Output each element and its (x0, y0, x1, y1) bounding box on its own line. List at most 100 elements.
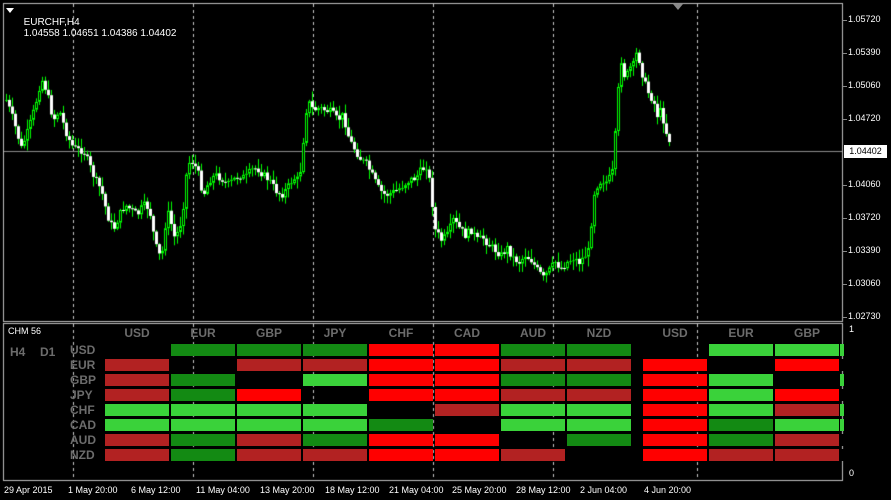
heatmap-cell (303, 374, 367, 386)
heatmap-cell (435, 374, 499, 386)
time-axis-label: 25 May 20:00 (452, 485, 507, 495)
time-axis-label: 1 May 20:00 (68, 485, 118, 495)
heatmap-column-header: CAD (454, 326, 480, 340)
heatmap-cell (369, 419, 433, 431)
heatmap-column-header: CHF (388, 326, 414, 340)
heatmap-cell (105, 419, 169, 431)
chart-dropdown-icon[interactable] (6, 8, 14, 13)
heatmap-cell (369, 389, 433, 401)
heatmap-cell (567, 404, 631, 416)
heatmap-cell (643, 389, 707, 401)
heatmap-cell (501, 359, 565, 371)
heatmap-cell (709, 374, 773, 386)
heatmap-cell (775, 434, 839, 446)
heatmap-cell (643, 374, 707, 386)
time-axis-label: 2 Jun 04:00 (580, 485, 628, 495)
heatmap-cell (369, 374, 433, 386)
price-axis-tick (843, 284, 847, 285)
heatmap-cell (501, 404, 565, 416)
heatmap-cell (567, 344, 631, 356)
time-axis-label: 4 Jun 20:00 (644, 485, 692, 495)
timeframe-d1: D1 (40, 345, 56, 359)
heatmap-cell (105, 449, 169, 461)
heatmap-row-label: NZD (70, 448, 95, 462)
heatmap-cell (435, 359, 499, 371)
heatmap-row-label: CHF (70, 403, 95, 417)
heatmap-cell (237, 404, 301, 416)
heatmap-cell (567, 389, 631, 401)
price-axis-label: 1.03720 (848, 212, 881, 222)
timeframe-h4: H4 (10, 345, 26, 359)
heatmap-cell (435, 449, 499, 461)
price-axis-label: 1.03390 (848, 245, 881, 255)
heatmap-cell (775, 449, 839, 461)
heatmap-cell (501, 389, 565, 401)
heatmap-cell (775, 419, 839, 431)
heatmap-cell (171, 344, 235, 356)
heatmap-column-header: GBP (255, 326, 282, 340)
heatmap-cell (775, 359, 839, 371)
heatmap-column-header: AUD (520, 326, 546, 340)
price-axis-label: 1.04060 (848, 179, 881, 189)
heatmap-cell (775, 404, 839, 416)
price-axis-tick (843, 251, 847, 252)
heatmap-cell (435, 344, 499, 356)
time-axis-label: 21 May 04:00 (389, 485, 444, 495)
heatmap-cell (643, 404, 707, 416)
heatmap-cell (435, 434, 499, 446)
heatmap-cell-partial (840, 404, 844, 416)
price-axis-tick (843, 53, 847, 54)
heatmap-cell (501, 374, 565, 386)
heatmap-cell (369, 359, 433, 371)
indicator-title: CHM 56 (8, 326, 42, 336)
indicator-axis-min: 0 (849, 468, 855, 478)
heatmap-cell (709, 404, 773, 416)
time-axis-label: 6 May 12:00 (131, 485, 181, 495)
heatmap-cell (501, 344, 565, 356)
heatmap-column-header: EUR (190, 326, 216, 340)
heatmap-cell (643, 449, 707, 461)
heatmap-cell (501, 419, 565, 431)
heatmap-row-label: AUD (70, 433, 96, 447)
heatmap-cell-partial (840, 419, 844, 431)
heatmap-cell (709, 419, 773, 431)
heatmap-cell-partial (840, 434, 844, 446)
heatmap-cell (567, 419, 631, 431)
heatmap-cell (105, 359, 169, 371)
heatmap-d1-column-header: GBP (793, 326, 820, 340)
heatmap-cell (171, 374, 235, 386)
heatmap-row-label: USD (70, 343, 96, 357)
heatmap-row-label: CAD (70, 418, 96, 432)
price-axis-tick (843, 185, 847, 186)
heatmap-cell (709, 344, 773, 356)
price-axis-tick (843, 86, 847, 87)
heatmap-cell (435, 404, 499, 416)
heatmap-cell (303, 419, 367, 431)
heatmap-cell-partial (840, 374, 844, 386)
time-axis-label: 11 May 04:00 (196, 485, 250, 495)
heatmap-cell (567, 434, 631, 446)
heatmap-cell (303, 449, 367, 461)
time-axis-label: 13 May 20:00 (260, 485, 315, 495)
heatmap-cell (237, 389, 301, 401)
time-axis-label: 18 May 12:00 (325, 485, 380, 495)
heatmap-d1-column-header: USD (662, 326, 688, 340)
price-axis-tick (843, 119, 847, 120)
heatmap-cell (303, 434, 367, 446)
heatmap-d1-column-header: EUR (728, 326, 754, 340)
shift-marker-icon[interactable] (673, 4, 683, 10)
heatmap-cell (709, 434, 773, 446)
heatmap-cell (643, 419, 707, 431)
heatmap-cell (567, 374, 631, 386)
heatmap-cell (105, 404, 169, 416)
heatmap-cell (369, 434, 433, 446)
heatmap-cell (237, 419, 301, 431)
price-axis-tick (843, 317, 847, 318)
heatmap-cell (237, 344, 301, 356)
indicator-axis-max: 1 (849, 324, 855, 334)
heatmap-cell (369, 449, 433, 461)
heatmap-cell (775, 389, 839, 401)
heatmap-cell (171, 449, 235, 461)
heatmap-column-header: NZD (586, 326, 612, 340)
price-axis-label: 1.05720 (848, 14, 881, 24)
